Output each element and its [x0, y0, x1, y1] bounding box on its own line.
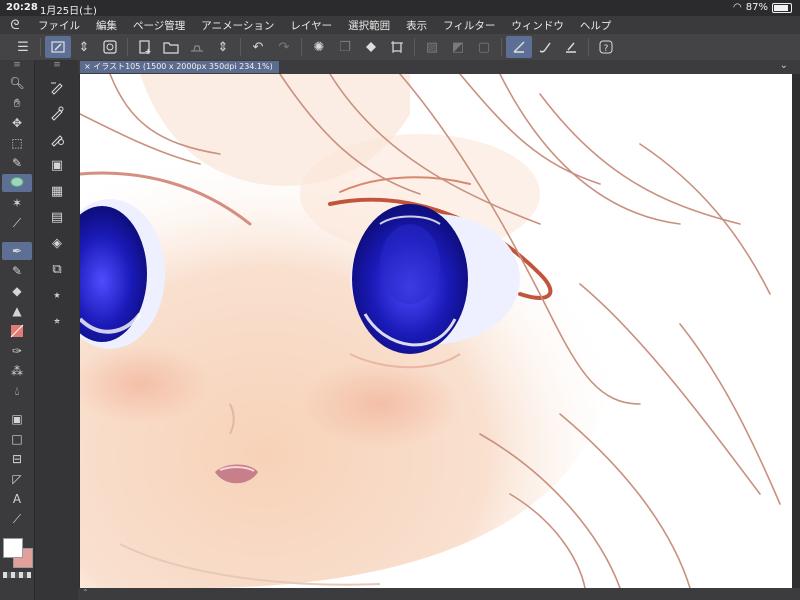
- palette-grip[interactable]: ≡: [0, 60, 34, 72]
- decoration-tool-icon[interactable]: ⁂: [2, 362, 32, 380]
- toolbar-divider: [301, 38, 302, 56]
- copy-icon[interactable]: ❐: [332, 36, 358, 58]
- status-time: 20:28: [6, 2, 38, 13]
- subtool-stack-icon[interactable]: ⧉: [43, 258, 71, 280]
- eyedropper-fill-icon[interactable]: ✎: [2, 154, 32, 172]
- foreground-color-swatch[interactable]: [3, 538, 23, 558]
- drawing-canvas[interactable]: [80, 74, 792, 588]
- status-bar: 20:28 1月25日(土) ◠ 87%: [0, 0, 800, 17]
- canvas-bottom-bar: ⌃: [78, 588, 800, 600]
- airbrush-tool-icon[interactable]: ✑: [2, 342, 32, 360]
- menu-filter[interactable]: フィルター: [435, 18, 503, 33]
- toolbar-divider: [414, 38, 415, 56]
- menu-view[interactable]: 表示: [398, 18, 435, 33]
- eraser-tool-icon[interactable]: ◆: [2, 282, 32, 300]
- pen-stabilizer-icon[interactable]: [558, 36, 584, 58]
- wifi-icon: ◠: [733, 2, 742, 13]
- chevron-up-icon[interactable]: ⌃: [82, 588, 89, 597]
- tab-close-icon[interactable]: ×: [84, 62, 91, 71]
- subtool-grid-icon[interactable]: ▦: [43, 180, 71, 202]
- menu-animation[interactable]: アニメーション: [193, 18, 282, 33]
- figure-tool-icon[interactable]: □: [2, 430, 32, 448]
- frame-border-icon[interactable]: ◸: [2, 470, 32, 488]
- main-menu-icon[interactable]: ☰: [10, 36, 36, 58]
- hand-tool-icon[interactable]: ✋︎: [2, 94, 32, 112]
- fill-bucket-icon[interactable]: [358, 36, 384, 58]
- text-tool-icon[interactable]: A: [2, 490, 32, 508]
- battery-icon: [772, 2, 792, 13]
- subtool-pen-a-icon[interactable]: [43, 76, 71, 98]
- document-tab-title: イラスト105 (1500 x 2000px 350dpi 234.1%): [93, 62, 273, 71]
- toolbar-divider: [588, 38, 589, 56]
- menu-window[interactable]: ウィンドウ: [503, 18, 572, 33]
- command-toolbar: ☰ ⇕ ⇕ ↶ ↷ ✺ ❐ ▨ ◩ ▢ ?: [0, 34, 800, 60]
- toolbar-divider: [127, 38, 128, 56]
- transparent-color-swatch[interactable]: [3, 572, 31, 578]
- loading-spinner-icon[interactable]: ✺: [306, 36, 332, 58]
- subtool-star-folder-icon[interactable]: ⭑: [43, 284, 71, 306]
- menu-selection[interactable]: 選択範囲: [340, 18, 398, 33]
- menu-file[interactable]: ファイル: [30, 18, 88, 33]
- battery-percent: 87%: [745, 2, 768, 13]
- fill-gradient-icon[interactable]: ▣: [2, 410, 32, 428]
- tool-palette: ≡ 🔍︎ ✋︎ ✥ ⬚ ✎ ✶ ⟋ ✒︎ ✎ ◆ ▲ ✑ ⁂ 💧︎ ▣ □ ⊟ …: [0, 60, 34, 600]
- pencil-tool-icon[interactable]: ✎: [2, 262, 32, 280]
- edit-mode-icon[interactable]: [45, 36, 71, 58]
- status-right: ◠ 87%: [733, 2, 792, 13]
- clip-studio-logo-icon[interactable]: ᘓ: [0, 18, 30, 33]
- subtool-grip[interactable]: ≡: [35, 60, 79, 72]
- tool-gap: [0, 234, 34, 240]
- toolbar-divider: [501, 38, 502, 56]
- zoom-tool-icon[interactable]: 🔍︎: [2, 74, 32, 92]
- open-folder-icon[interactable]: [158, 36, 184, 58]
- svg-text:?: ?: [604, 44, 609, 54]
- status-date: 1月25日(土): [40, 6, 97, 17]
- save-icon[interactable]: [184, 36, 210, 58]
- gradient-icon[interactable]: ◩: [445, 36, 471, 58]
- help-icon[interactable]: ?: [593, 36, 619, 58]
- subtool-layers-icon[interactable]: ◈: [43, 232, 71, 254]
- menu-layer[interactable]: レイヤー: [282, 18, 340, 33]
- gradient-tool-icon[interactable]: [2, 322, 32, 340]
- subtool-layer-a-icon[interactable]: ▣: [43, 154, 71, 176]
- pen-tool-icon[interactable]: ✒︎: [2, 242, 32, 260]
- chevron-updown-icon-2[interactable]: ⇕: [210, 36, 236, 58]
- ok-settings-icon[interactable]: [97, 36, 123, 58]
- toolbar-divider: [240, 38, 241, 56]
- ruler-tool-icon[interactable]: ⊟: [2, 450, 32, 468]
- ruler-snap-icon[interactable]: [506, 36, 532, 58]
- chevron-down-icon[interactable]: ⌄: [780, 60, 788, 71]
- tool-gap: [0, 402, 34, 408]
- menu-bar: ᘓ ファイル 編集 ページ管理 アニメーション レイヤー 選択範囲 表示 フィル…: [0, 16, 800, 34]
- new-file-icon[interactable]: [132, 36, 158, 58]
- object-tool-icon[interactable]: ⬚: [2, 134, 32, 152]
- frame-icon[interactable]: ▢: [471, 36, 497, 58]
- subtool-star-frame-icon[interactable]: ⭒: [43, 310, 71, 332]
- balloon-tool-icon[interactable]: ⟋: [2, 510, 32, 528]
- menu-page[interactable]: ページ管理: [125, 18, 193, 33]
- fill-tool-icon[interactable]: ▲: [2, 302, 32, 320]
- menu-help[interactable]: ヘルプ: [572, 18, 620, 33]
- document-tab-bar: × イラスト105 (1500 x 2000px 350dpi 234.1%) …: [78, 60, 800, 74]
- transform-icon[interactable]: [384, 36, 410, 58]
- color-well[interactable]: [3, 538, 33, 568]
- subtool-pen-c-icon[interactable]: [43, 128, 71, 150]
- illustration-artwork: [80, 74, 792, 588]
- undo-icon[interactable]: ↶: [245, 36, 271, 58]
- redo-icon[interactable]: ↷: [271, 36, 297, 58]
- sub-tool-palette: ≡ ▣ ▦ ▤ ◈ ⧉ ⭑ ⭒: [34, 60, 79, 600]
- toolbar-divider: [40, 38, 41, 56]
- document-tab[interactable]: × イラスト105 (1500 x 2000px 350dpi 234.1%): [80, 61, 279, 73]
- subtool-pen-b-icon[interactable]: [43, 102, 71, 124]
- subtool-film-icon[interactable]: ▤: [43, 206, 71, 228]
- chevron-updown-icon[interactable]: ⇕: [71, 36, 97, 58]
- menu-edit[interactable]: 編集: [88, 18, 125, 33]
- magic-wand-icon[interactable]: ✶: [2, 194, 32, 212]
- blend-tool-icon[interactable]: 💧︎: [2, 382, 32, 400]
- brush-snap-icon[interactable]: [532, 36, 558, 58]
- eyedropper-icon[interactable]: ⟋: [2, 214, 32, 232]
- move-tool-icon[interactable]: ✥: [2, 114, 32, 132]
- reference-off-icon[interactable]: ▨: [419, 36, 445, 58]
- lasso-select-icon[interactable]: [2, 174, 32, 192]
